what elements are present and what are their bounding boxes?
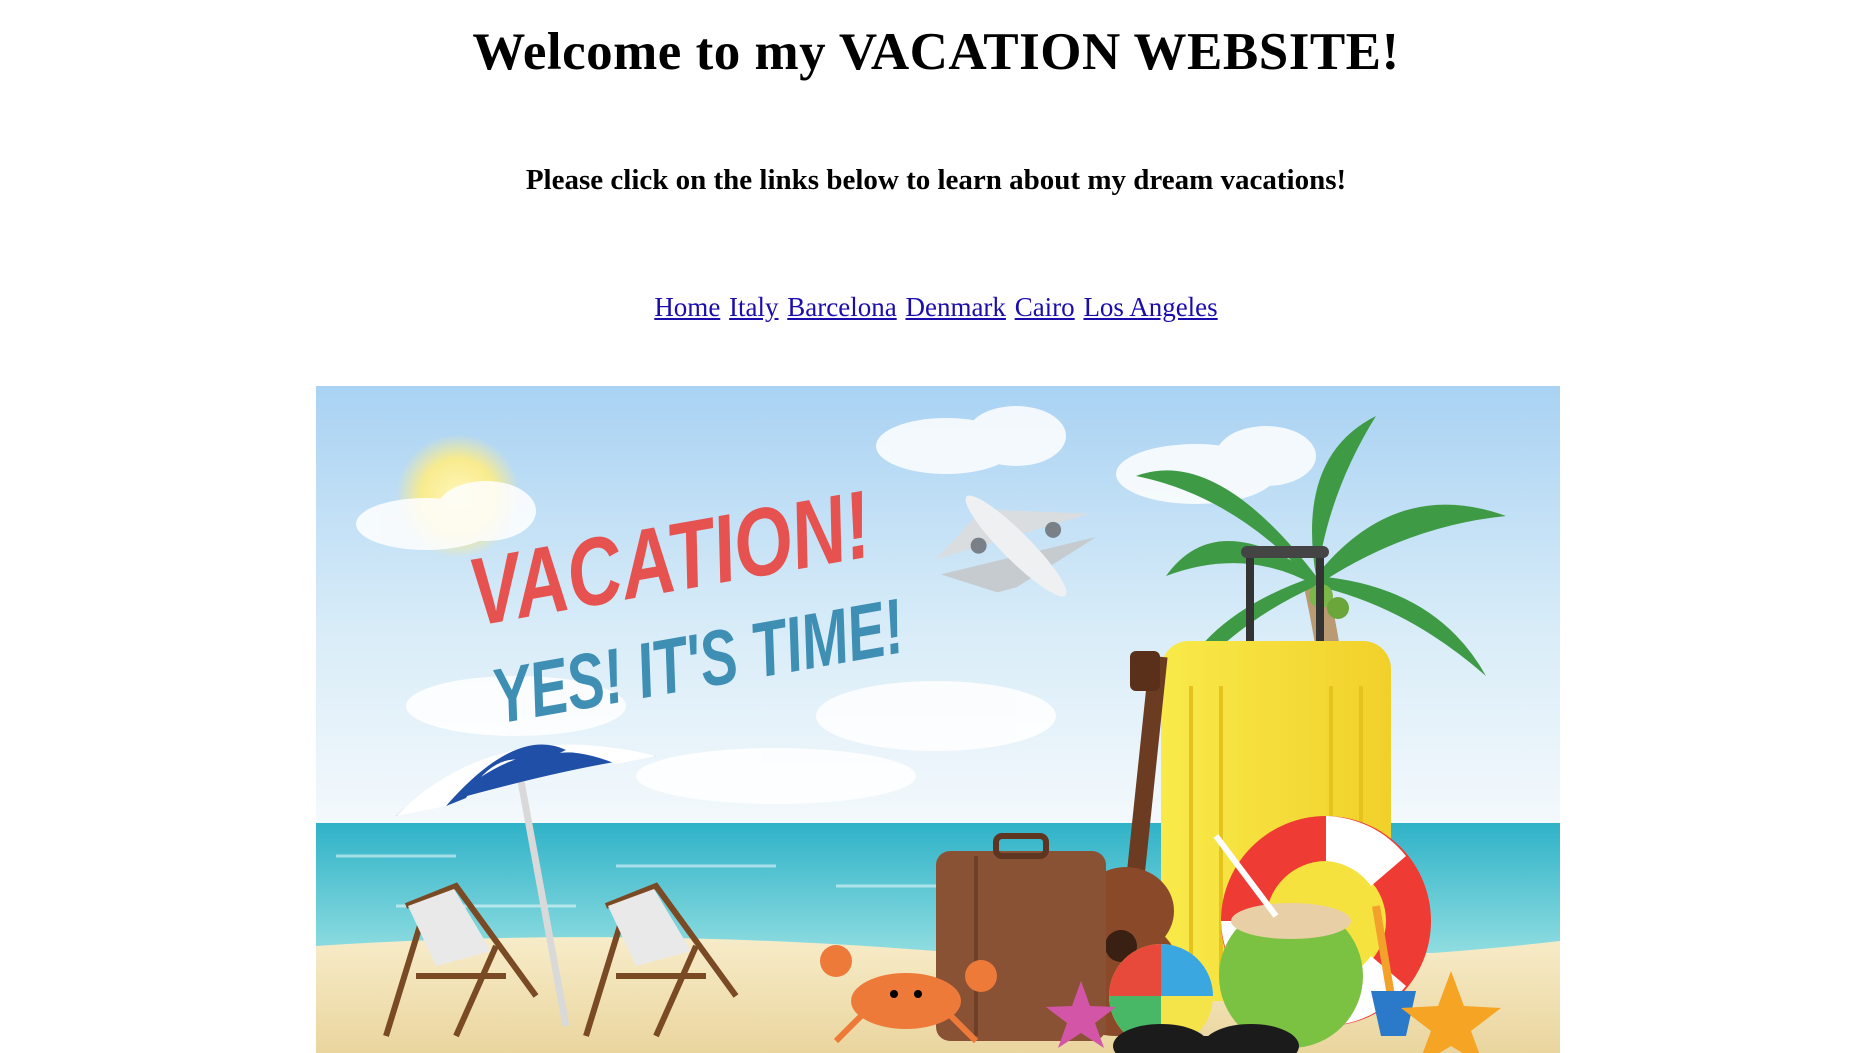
nav-link-denmark[interactable]: Denmark: [905, 292, 1005, 322]
nav-link-italy[interactable]: Italy: [729, 292, 778, 322]
page-subtitle: Please click on the links below to learn…: [525, 164, 1347, 196]
nav-link-home[interactable]: Home: [654, 292, 720, 322]
page-title: Welcome to my VACATION WEBSITE!: [472, 23, 1400, 81]
nav-link-barcelona[interactable]: Barcelona: [787, 292, 896, 322]
vacation-banner-image: VACATION! YES! IT'S TIME!: [316, 386, 1560, 1053]
nav-links: Home Italy Barcelona Denmark Cairo Los A…: [0, 292, 1872, 323]
nav-link-cairo[interactable]: Cairo: [1015, 292, 1075, 322]
nav-link-los-angeles[interactable]: Los Angeles: [1083, 292, 1217, 322]
